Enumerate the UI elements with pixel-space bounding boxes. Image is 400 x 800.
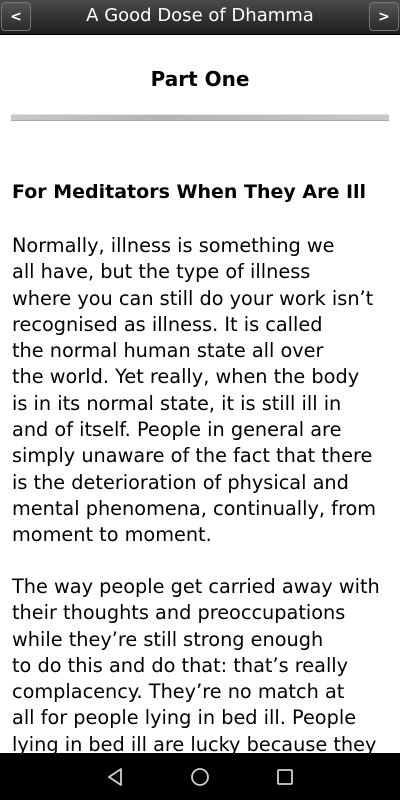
top-toolbar: < A Good Dose of Dhamma >: [0, 0, 400, 35]
triangle-back-icon: [108, 768, 122, 786]
text-line: the world. Yet really, when the body: [12, 365, 360, 389]
text-line: and of itself. People in general are: [12, 418, 342, 442]
text-line: all for people lying in bed ill. People: [12, 706, 357, 730]
text-line: the normal human state all over: [12, 339, 324, 363]
home-button[interactable]: [188, 765, 212, 789]
previous-page-button[interactable]: <: [1, 2, 31, 31]
section-heading: For Meditators When They Are Ill: [12, 181, 367, 203]
text-line: where you can still do your work isn’t: [12, 286, 374, 310]
text-line: The way people get carried away with: [12, 575, 380, 598]
text-line: to do this and do that: that’s really: [12, 653, 349, 677]
text-line: complacency. They’re no match at: [12, 680, 345, 704]
text-line: simply unaware of the fact that there: [12, 444, 373, 468]
reading-content[interactable]: Part One For Meditators When They Are Il…: [0, 34, 400, 753]
text-line: moment to moment.: [12, 523, 212, 547]
text-line: all have, but the type of illness: [12, 260, 311, 284]
divider: [11, 114, 389, 121]
paragraph-2: The way people get carried away with the…: [12, 574, 380, 753]
text-line: their thoughts and preoccupations: [12, 601, 346, 625]
circle-home-icon: [191, 768, 209, 786]
text-line: lying in bed ill are lucky because they: [12, 732, 377, 753]
next-page-button[interactable]: >: [369, 2, 399, 31]
text-line: is in its normal state, it is still ill …: [12, 391, 342, 415]
app-title: A Good Dose of Dhamma: [86, 5, 314, 26]
part-title: Part One: [150, 67, 250, 91]
paragraph-1: Normally, illness is something we all ha…: [12, 233, 376, 549]
text-line: recognised as illness. It is called: [12, 312, 323, 336]
text-line: while they’re still strong enough: [12, 627, 324, 651]
square-recent-icon: [277, 769, 293, 785]
system-navigation-bar: [0, 753, 400, 800]
text-line: mental phenomena, continually, from: [12, 496, 377, 520]
back-button[interactable]: [103, 765, 127, 789]
app-screen: < A Good Dose of Dhamma > Part One For M…: [0, 0, 400, 800]
recent-apps-button[interactable]: [273, 765, 297, 789]
text-line: Normally, illness is something we: [12, 234, 335, 257]
text-line: is the deterioration of physical and: [12, 470, 349, 494]
